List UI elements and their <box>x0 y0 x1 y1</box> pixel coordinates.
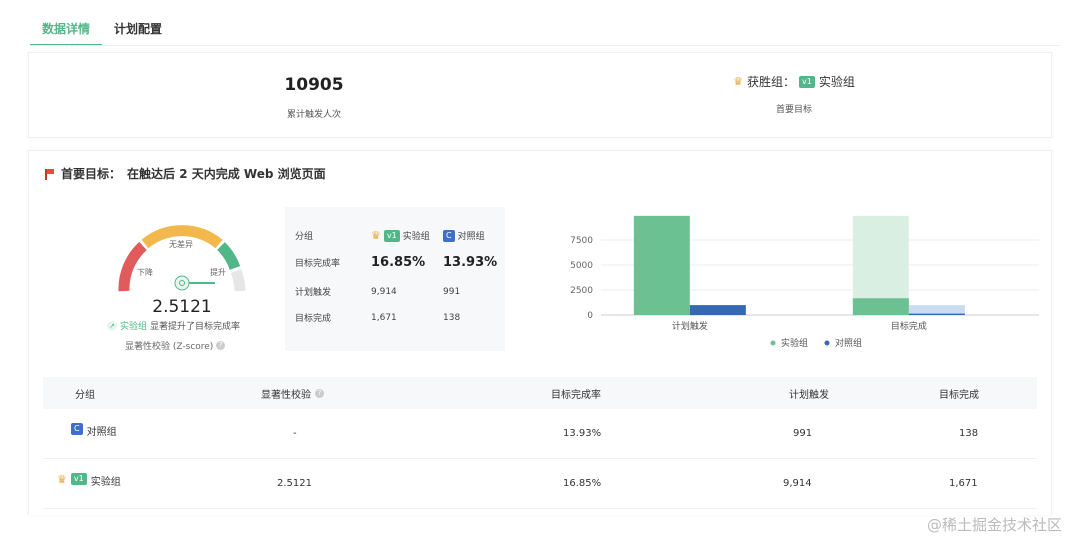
winner-group: 实验组 <box>818 75 855 89</box>
row-completed: 138 <box>959 428 979 439</box>
comparison-box: 分组 ♛ v1 实验组 C 对照组 目标完成率 16.85% 13.93% 计划触发 … <box>285 207 505 351</box>
v1-badge: v1 <box>799 75 815 88</box>
table-row: ♛ v1 实验组 2.5121 16.85% 9,914 1,671 <box>43 459 1037 509</box>
col-header-rate: 目标完成率 <box>551 389 601 401</box>
info-icon[interactable]: ? <box>216 341 226 350</box>
row-triggered: 991 <box>793 428 813 439</box>
row-significance: 2.5121 <box>277 478 312 489</box>
row-group-name: 对照组 <box>86 427 117 438</box>
total-trigger-value: 10905 <box>284 75 344 95</box>
info-icon[interactable]: ? <box>315 388 324 398</box>
row-triggered: 9,914 <box>783 478 812 489</box>
row-rate: 13.93% <box>563 428 602 439</box>
goal-panel: 首要目标： 在触达后 2 天内完成 Web 浏览页面 无差异 下降 提升 2.5… <box>28 150 1052 515</box>
gauge-pointer-icon <box>174 275 190 291</box>
comparison-row: 目标完成率 16.85% 13.93% <box>295 255 499 270</box>
gauge-label-up: 提升 <box>210 267 226 277</box>
flag-icon <box>45 168 55 180</box>
tab-plan-config[interactable]: 计划配置 <box>102 14 174 46</box>
legend-label: 实验组 <box>781 337 808 349</box>
legend-marker <box>770 340 776 346</box>
gauge-arc: 无差异 下降 提升 <box>118 225 246 292</box>
col-header-significance: 显著性校验 ? <box>261 377 324 409</box>
trend-up-icon: ↗ <box>107 320 117 331</box>
significance-gauge: 无差异 下降 提升 2.5121 ↗ 实验组 显著提升了目标完成率 显著性校验 … <box>107 213 257 353</box>
comparison-exp-value: 9,914 <box>371 286 397 297</box>
crown-icon: ♛ <box>733 75 743 88</box>
table-row: C 对照组 - 13.93% 991 138 <box>43 409 1037 459</box>
comparison-header: 分组 ♛ v1 实验组 C 对照组 <box>295 229 499 242</box>
comparison-exp-label: 实验组 <box>402 232 430 242</box>
comparison-row-label: 目标完成 <box>295 314 332 324</box>
col-header-group: 分组 <box>75 389 95 401</box>
gauge-label-down: 下降 <box>137 267 153 277</box>
tab-divider <box>30 45 1060 46</box>
winner-prefix: 获胜组： <box>747 75 796 89</box>
comparison-exp-value: 1,671 <box>371 312 397 323</box>
gauge-message-text: 显著提升了目标完成率 <box>150 322 241 332</box>
goal-text: 在触达后 2 天内完成 Web 浏览页面 <box>127 167 326 181</box>
total-trigger-label: 累计触发人次 <box>286 110 341 120</box>
y-tick-label: 0 <box>587 311 593 321</box>
y-tick-label: 7500 <box>570 236 593 246</box>
bar-experiment <box>852 298 909 315</box>
y-tick-label: 5000 <box>570 261 593 271</box>
crown-icon: ♛ <box>57 473 67 486</box>
bar-chart: 0 2500 5000 7500 计划触发 目标完成实验组 对照组 <box>539 211 1039 361</box>
gauge-message-group: 实验组 <box>120 322 148 332</box>
watermark: @稀土掘金技术社区 <box>926 516 1062 534</box>
comparison-exp-value: 16.85% <box>371 255 426 270</box>
row-group-name: 实验组 <box>90 477 121 488</box>
row-group-cell: ♛ v1 实验组 <box>57 459 121 508</box>
x-tick-label: 目标完成 <box>891 320 927 332</box>
comparison-row: 计划触发 9,914 991 <box>295 285 499 299</box>
winner-stat: ♛ 获胜组： v1 实验组 首要目标 <box>719 73 869 115</box>
col-header-triggered: 计划触发 <box>789 389 829 401</box>
legend-label: 对照组 <box>835 337 862 349</box>
gauge-high-segment <box>216 242 241 271</box>
control-badge: C <box>443 229 455 242</box>
col-header-completed: 目标完成 <box>939 389 979 401</box>
comparison-row-label: 目标完成率 <box>295 259 341 269</box>
row-rate: 16.85% <box>563 478 602 489</box>
results-table: 分组 显著性校验 ? 目标完成率 计划触发 目标完成 C 对照组 - 13.93… <box>43 377 1037 509</box>
x-tick-label: 计划触发 <box>672 320 708 332</box>
comparison-ctrl-value: 138 <box>443 312 461 323</box>
summary-panel: 10905 累计触发人次 ♛ 获胜组： v1 实验组 首要目标 <box>28 52 1052 138</box>
legend-marker <box>824 340 830 346</box>
tab-bar: 数据详情 计划配置 <box>30 14 174 46</box>
tab-data-details[interactable]: 数据详情 <box>30 14 103 46</box>
row-group-cell: C 对照组 <box>71 409 117 458</box>
goal-prefix: 首要目标： <box>61 167 122 181</box>
comparison-ctrl-label: 对照组 <box>457 232 485 242</box>
row-completed: 1,671 <box>949 478 978 489</box>
table-header: 分组 显著性校验 ? 目标完成率 计划触发 目标完成 <box>43 377 1037 409</box>
bar-ghost <box>908 305 965 315</box>
gauge-footer: 显著性校验 (Z-score) ? <box>125 339 226 352</box>
v1-badge: v1 <box>383 229 400 242</box>
goal-header: 首要目标： 在触达后 2 天内完成 Web 浏览页面 <box>45 165 326 182</box>
control-badge: C <box>71 423 83 435</box>
comparison-ctrl-value: 13.93% <box>443 255 498 270</box>
gauge-label-none: 无差异 <box>169 239 193 249</box>
row-significance: - <box>293 428 297 439</box>
gauge-message: ↗ 实验组 显著提升了目标完成率 <box>107 319 287 332</box>
winner-label: 首要目标 <box>775 105 812 115</box>
gauge-rest-segment <box>230 268 246 292</box>
col-header-significance-label: 显著性校验 <box>261 389 311 401</box>
comparison-row: 目标完成 1,671 138 <box>295 311 499 325</box>
bar-control <box>908 313 965 315</box>
bar-experiment <box>633 215 690 315</box>
v1-badge: v1 <box>70 473 87 485</box>
comparison-row-label: 计划触发 <box>295 288 332 298</box>
y-tick-label: 2500 <box>570 286 593 296</box>
comparison-header-group: 分组 <box>295 232 314 242</box>
bar-control <box>689 305 746 315</box>
total-trigger-stat: 10905 累计触发人次 <box>229 75 399 120</box>
comparison-ctrl-value: 991 <box>443 286 461 297</box>
gauge-value: 2.5121 <box>152 297 212 317</box>
bar-chart-svg: 0 2500 5000 7500 计划触发 目标完成实验组 对照组 <box>570 215 1039 349</box>
crown-icon: ♛ <box>371 229 381 242</box>
gauge-footer-text: 显著性校验 (Z-score) <box>125 342 214 352</box>
